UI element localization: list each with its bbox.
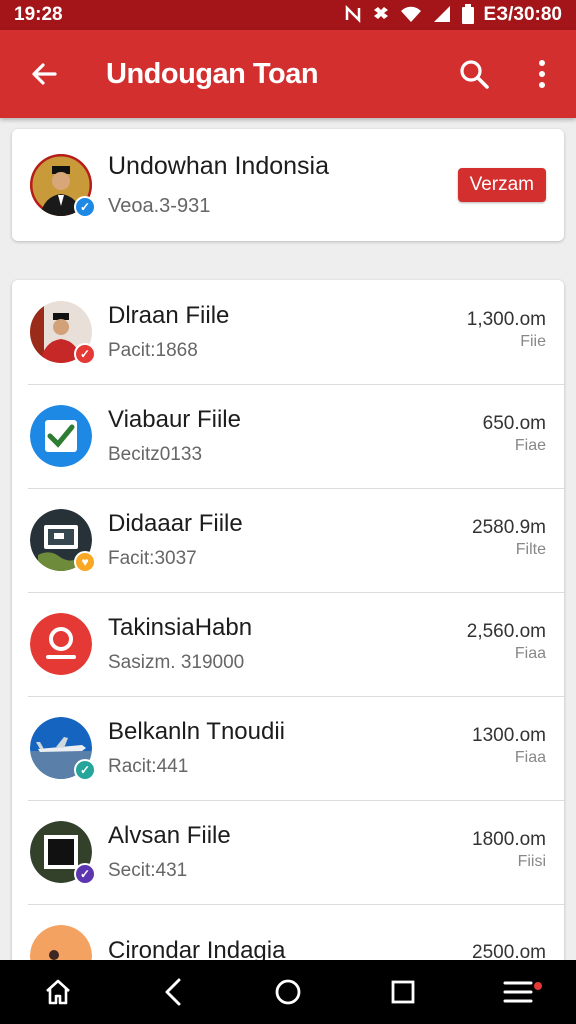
nav-back-button[interactable]	[143, 962, 203, 1022]
avatar: ✓	[30, 717, 96, 781]
home-circle-icon	[275, 979, 301, 1005]
avatar: ✓	[30, 301, 96, 365]
status-time: 19:28	[14, 4, 63, 25]
check-badge-icon: ✓	[74, 863, 96, 885]
status-icons: EЗ/30:80	[344, 3, 562, 27]
header-subtitle: Veoa.3-931	[108, 195, 211, 217]
page-title: Undougan Toan	[106, 57, 319, 90]
item-title: TakinsiaHabn	[108, 614, 253, 641]
item-size: 1,300.om	[466, 309, 546, 330]
list-item[interactable]: ✓ Dlraan Fiile Pacit:1868 1,300.om Fiie	[12, 280, 564, 384]
item-size: 1800.om	[472, 829, 546, 850]
item-title: Alvsan Fiile	[108, 822, 231, 849]
item-size: 2,560.om	[466, 621, 546, 642]
back-arrow-icon	[32, 63, 57, 85]
more-vert-icon	[539, 60, 545, 88]
search-button[interactable]	[440, 30, 508, 118]
item-subtitle: Racit:441	[108, 756, 189, 777]
item-subtitle: Pacit:1868	[108, 340, 198, 361]
menu-icon	[503, 981, 533, 1003]
list-item[interactable]: ♥ Didaaar Fiile Facit:3037 2580.9m Filte	[12, 488, 564, 592]
checkbox-icon	[30, 405, 92, 467]
avatar: ✓	[30, 821, 96, 885]
nav-recents-button[interactable]	[373, 962, 433, 1022]
check-badge-icon: ✓	[74, 759, 96, 781]
item-size: 1300.om	[472, 725, 546, 746]
back-button[interactable]	[0, 30, 88, 118]
item-title: Belkanln Tnoudii	[108, 718, 286, 745]
header-card: ✓ Undowhan Indonsia Veoa.3-931 Verzam	[12, 129, 564, 241]
verzam-button[interactable]: Verzam	[457, 168, 546, 202]
item-unit: Fiaa	[514, 645, 546, 662]
item-unit: Fiie	[520, 333, 546, 350]
list-item[interactable]: TakinsiaHabn Sasizm. 319000 2,560.om Fia…	[12, 592, 564, 696]
more-options-button[interactable]	[508, 30, 576, 118]
nav-bar	[0, 960, 576, 1024]
item-title: Viabaur Fiile	[108, 406, 241, 433]
nav-home-circle-button[interactable]	[258, 962, 318, 1022]
avatar	[30, 613, 92, 675]
header-title: Undowhan Indonsia	[108, 152, 329, 180]
item-subtitle: Secit:431	[108, 860, 188, 881]
status-bar: 19:28 EЗ/30:80	[0, 0, 576, 30]
list-item[interactable]: ✓ Belkanln Tnoudii Racit:441 1300.om Fia…	[12, 696, 564, 800]
notification-dot	[534, 982, 543, 990]
search-icon	[460, 60, 489, 89]
dropbox-icon	[372, 5, 390, 26]
item-unit: Fiisi	[517, 853, 546, 870]
nav-menu-button[interactable]	[488, 962, 548, 1022]
list-item[interactable]: ✓ Alvsan Fiile Secit:431 1800.om Fiisi	[12, 800, 564, 904]
back-icon	[165, 978, 181, 1006]
check-badge-icon: ✓	[74, 343, 96, 365]
battery-icon	[461, 3, 474, 27]
file-list: ✓ Dlraan Fiile Pacit:1868 1,300.om Fiie …	[12, 280, 564, 980]
item-title: Dlraan Fiile	[108, 302, 230, 329]
item-title: Didaaar Fiile	[108, 510, 243, 537]
list-item[interactable]: Viabaur Fiile Becitz0133 650.om Fiae	[12, 384, 564, 488]
wifi-icon	[400, 5, 422, 26]
item-size: 650.om	[482, 413, 546, 434]
nav-home-button[interactable]	[28, 962, 88, 1022]
item-subtitle: Becitz0133	[108, 444, 203, 465]
heart-badge-icon: ♥	[74, 551, 96, 573]
avatar: ♥	[30, 509, 96, 573]
nfc-icon	[344, 4, 362, 26]
item-unit: Fiae	[514, 437, 546, 454]
item-unit: Fiaa	[514, 749, 546, 766]
home-icon	[45, 979, 70, 1005]
signal-icon	[432, 5, 452, 26]
item-unit: Filte	[515, 541, 546, 558]
item-subtitle: Facit:3037	[108, 548, 197, 569]
location-icon	[30, 613, 92, 675]
status-right-text: EЗ/30:80	[483, 4, 562, 25]
avatar[interactable]: ✓	[30, 154, 96, 218]
recents-icon	[391, 980, 415, 1004]
avatar	[30, 405, 92, 467]
check-icon: ✓	[74, 196, 96, 218]
app-bar: Undougan Toan	[0, 30, 576, 118]
item-size: 2580.9m	[472, 517, 546, 538]
item-subtitle: Sasizm. 319000	[108, 652, 245, 673]
